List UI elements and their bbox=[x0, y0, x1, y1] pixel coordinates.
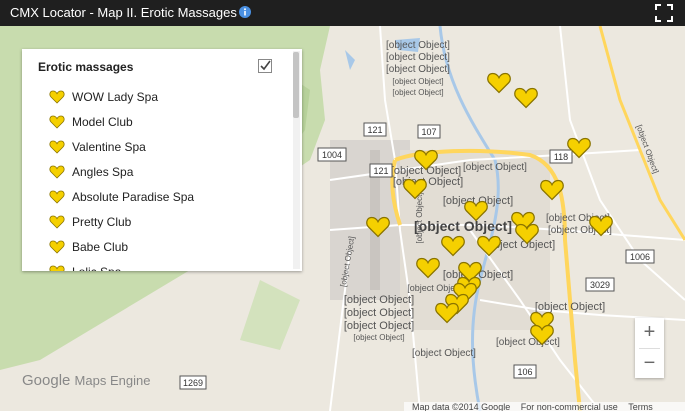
map-label: [object Object] bbox=[463, 162, 527, 173]
legend-item-label: Absolute Paradise Spa bbox=[72, 190, 195, 204]
layer-visibility-checkbox[interactable] bbox=[258, 59, 272, 73]
legend-panel: Erotic massages WOW Lady Spa Model Club Va… bbox=[22, 49, 302, 271]
terms-link[interactable]: Terms bbox=[628, 402, 653, 411]
legend-item[interactable]: Absolute Paradise Spa bbox=[22, 185, 290, 210]
legend-item[interactable]: Pretty Club bbox=[22, 210, 290, 235]
heart-icon bbox=[49, 190, 65, 204]
map-label: [object Object] bbox=[535, 301, 605, 313]
map-label: [object Object] bbox=[344, 320, 414, 332]
legend-list: WOW Lady Spa Model Club Valentine Spa Angle… bbox=[22, 85, 290, 271]
google-maps-engine-logo: Google Maps Engine bbox=[22, 372, 150, 389]
zoom-in-button[interactable]: + bbox=[635, 318, 664, 347]
legend-item-label: Pretty Club bbox=[72, 215, 132, 229]
info-icon[interactable] bbox=[239, 6, 251, 18]
road-shield: 1269 bbox=[179, 375, 207, 390]
map-title: CMX Locator - Map II. Erotic Massages bbox=[10, 5, 237, 20]
zoom-out-button[interactable]: − bbox=[635, 349, 664, 378]
heart-icon bbox=[49, 215, 65, 229]
legend-item[interactable]: Babe Club bbox=[22, 235, 290, 260]
map-label: [object Object] bbox=[344, 294, 414, 306]
legend-item[interactable]: WOW Lady Spa bbox=[22, 85, 290, 110]
legend-item[interactable]: Valentine Spa bbox=[22, 135, 290, 160]
road-shield: 107 bbox=[417, 124, 441, 139]
legend-item-label: Babe Club bbox=[72, 240, 129, 254]
svg-text:121: 121 bbox=[367, 125, 382, 135]
road-shield: 121 bbox=[369, 163, 393, 178]
road-shield: 106 bbox=[513, 364, 537, 379]
road-shield: 121 bbox=[363, 122, 387, 137]
map-label: [object Object] bbox=[392, 88, 443, 97]
legend-item[interactable]: Angles Spa bbox=[22, 160, 290, 185]
legend-item[interactable]: Model Club bbox=[22, 110, 290, 135]
map-label: [object Object] bbox=[392, 77, 443, 86]
svg-text:106: 106 bbox=[517, 367, 532, 377]
legend-item-label: Model Club bbox=[72, 115, 133, 129]
legend-item-label: WOW Lady Spa bbox=[72, 90, 159, 104]
top-bar: CMX Locator - Map II. Erotic Massages bbox=[0, 0, 685, 26]
heart-icon bbox=[49, 165, 65, 179]
heart-icon bbox=[49, 240, 65, 254]
noncommercial-link[interactable]: For non-commercial use bbox=[521, 402, 618, 411]
map-label: [object Object] bbox=[386, 52, 450, 63]
zoom-control: + − bbox=[635, 318, 664, 378]
legend-item-label: Angles Spa bbox=[72, 165, 134, 179]
footer-bar: Map data ©2014 Google For non-commercial… bbox=[404, 402, 685, 411]
map-label: [object Object] bbox=[386, 40, 450, 51]
fullscreen-icon[interactable] bbox=[655, 4, 673, 22]
svg-text:107: 107 bbox=[421, 127, 436, 137]
legend-item-label: Valentine Spa bbox=[72, 140, 146, 154]
scrollbar-thumb[interactable] bbox=[293, 52, 299, 118]
map-label: [object Object] bbox=[353, 333, 404, 342]
legend-item[interactable]: Lolic Spa bbox=[22, 260, 290, 271]
road-shield: 118 bbox=[549, 149, 573, 164]
map-label: [object Object] bbox=[414, 218, 512, 234]
road-shield: 1006 bbox=[625, 249, 655, 264]
svg-text:1006: 1006 bbox=[630, 252, 650, 262]
heart-icon bbox=[49, 140, 65, 154]
road-shield: 1004 bbox=[317, 147, 347, 162]
google-logo-text: Google bbox=[22, 372, 71, 389]
heart-icon bbox=[49, 115, 65, 129]
maps-engine-text: Maps Engine bbox=[74, 373, 151, 388]
svg-text:118: 118 bbox=[554, 152, 568, 162]
legend-title: Erotic massages bbox=[38, 60, 134, 74]
svg-text:1269: 1269 bbox=[183, 378, 203, 388]
map-label: [object Object] bbox=[412, 348, 476, 359]
map-data-credit: Map data ©2014 Google bbox=[412, 402, 511, 411]
svg-text:1004: 1004 bbox=[322, 150, 342, 160]
svg-text:3029: 3029 bbox=[590, 280, 610, 290]
map-label: [object Object] bbox=[415, 192, 424, 243]
map-label: [object Object] bbox=[344, 307, 414, 319]
road-shield: 3029 bbox=[585, 277, 615, 292]
map-label: [object Object] bbox=[386, 64, 450, 75]
heart-icon bbox=[49, 90, 65, 104]
heart-icon bbox=[49, 265, 65, 271]
svg-text:121: 121 bbox=[373, 166, 388, 176]
legend-item-label: Lolic Spa bbox=[72, 265, 121, 271]
map-label: [object Object] bbox=[496, 337, 560, 348]
